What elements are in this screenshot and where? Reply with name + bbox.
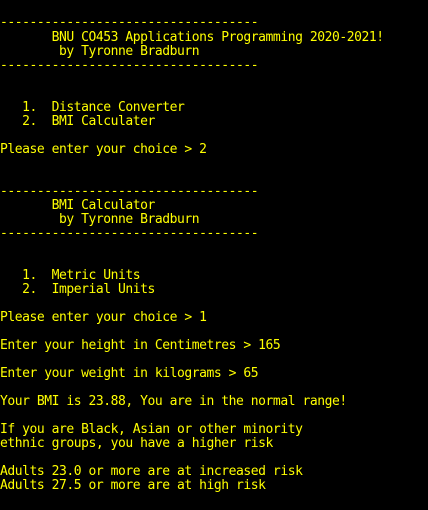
weight-prompt: Enter your weight in kilograms > 65 <box>0 366 259 381</box>
high-risk-note: Adults 27.5 or more are at high risk <box>0 478 266 493</box>
header-divider-top: ----------------------------------- <box>0 15 259 30</box>
app-title: BNU CO453 Applications Programming 2020-… <box>0 30 384 45</box>
risk-note-line-1: If you are Black, Asian or other minorit… <box>0 422 303 437</box>
increased-risk-note: Adults 23.0 or more are at increased ris… <box>0 464 303 479</box>
unit-choice-prompt: Please enter your choice > 1 <box>0 310 207 325</box>
console-window[interactable]: ----------------------------------- BNU … <box>0 0 428 510</box>
app-author: by Tyronne Bradburn <box>0 44 200 59</box>
header-divider-bottom: ----------------------------------- <box>0 58 259 73</box>
bmi-title: BMI Calculator <box>0 198 156 213</box>
bmi-divider-bottom: ----------------------------------- <box>0 226 259 241</box>
unit-option-1: 1. Metric Units <box>0 268 141 283</box>
menu-option-1: 1. Distance Converter <box>0 100 185 115</box>
bmi-divider-top: ----------------------------------- <box>0 184 259 199</box>
unit-option-2: 2. Imperial Units <box>0 282 155 297</box>
risk-note-line-2: ethnic groups, you have a higher risk <box>0 436 273 451</box>
menu-option-2: 2. BMI Calculater <box>0 114 155 129</box>
choice-prompt: Please enter your choice > 2 <box>0 142 207 157</box>
bmi-author: by Tyronne Bradburn <box>0 212 200 227</box>
bmi-result: Your BMI is 23.88, You are in the normal… <box>0 394 347 409</box>
height-prompt: Enter your height in Centimetres > 165 <box>0 338 281 353</box>
